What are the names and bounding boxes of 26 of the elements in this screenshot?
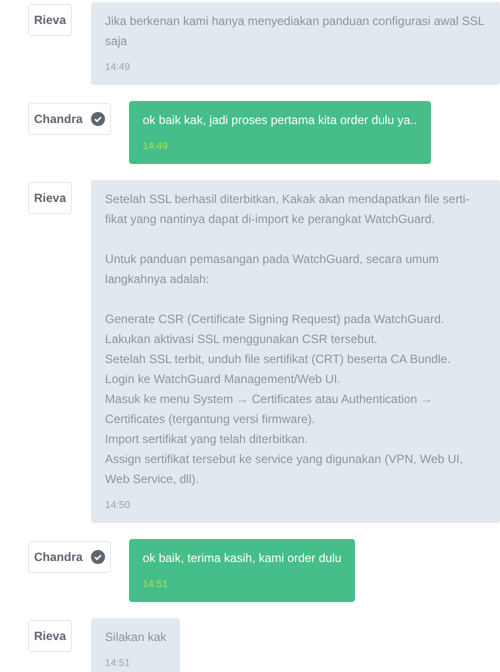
verified-check-icon bbox=[90, 550, 105, 564]
sender-label: Chandra bbox=[28, 541, 111, 573]
sender-label: Rieva bbox=[28, 4, 72, 36]
message-text: Setelah SSL terbit, unduh file sertifikat (CRT) beserta CA Bundle. bbox=[105, 351, 452, 368]
message-text: Setelah SSL berhasil diterbitkan, Kakak akan mendapatkan file serti- bbox=[105, 191, 470, 208]
message-time: 14:50 bbox=[105, 499, 132, 513]
message-text: Untuk panduan pemasangan pada WatchGuard, secara umum langkahnya adalah: bbox=[105, 251, 440, 288]
message-text: Assign sertifikat tersebut ke service yang digunakan (VPN, Web UI, Web Service, dll). bbox=[105, 451, 464, 488]
message-text: Generate CSR (Certificate Signing Request) pada WatchGuard. bbox=[105, 311, 446, 328]
message-text: Silakan kak bbox=[105, 629, 166, 646]
message-text: fikat yang nantinya dapat di-import ke perangkat WatchGuard. bbox=[105, 211, 436, 228]
message-text: ok baik kak, jadi proses pertama kita order dulu ya.. bbox=[142, 112, 417, 129]
message-time: 14:49 bbox=[105, 61, 132, 75]
sender-label: Rieva bbox=[28, 620, 72, 652]
message-text: Login ke WatchGuard Management/Web UI. bbox=[105, 371, 342, 388]
message-time: 14:51 bbox=[142, 578, 169, 592]
message-text: Masuk ke menu System → Certificates atau Authentication → Certificates (tergantung versi firmware). bbox=[105, 391, 434, 428]
sender-label: Rieva bbox=[28, 182, 72, 214]
verified-check-icon bbox=[90, 112, 105, 126]
message-text: Jika berkenan kami hanya menyediakan panduan configurasi awal SSL saja bbox=[105, 13, 486, 50]
message-time: 14:51 bbox=[105, 657, 132, 671]
sender-label: Chandra bbox=[28, 103, 111, 135]
message-text: Import sertifikat yang telah diterbitkan. bbox=[105, 431, 309, 448]
message-time: 14:49 bbox=[142, 140, 169, 154]
message-text: ok baik, terima kasih, kami order dulu bbox=[142, 550, 342, 567]
message-text: Lakukan aktivasi SSL menggunakan CSR tersebut. bbox=[105, 331, 378, 348]
